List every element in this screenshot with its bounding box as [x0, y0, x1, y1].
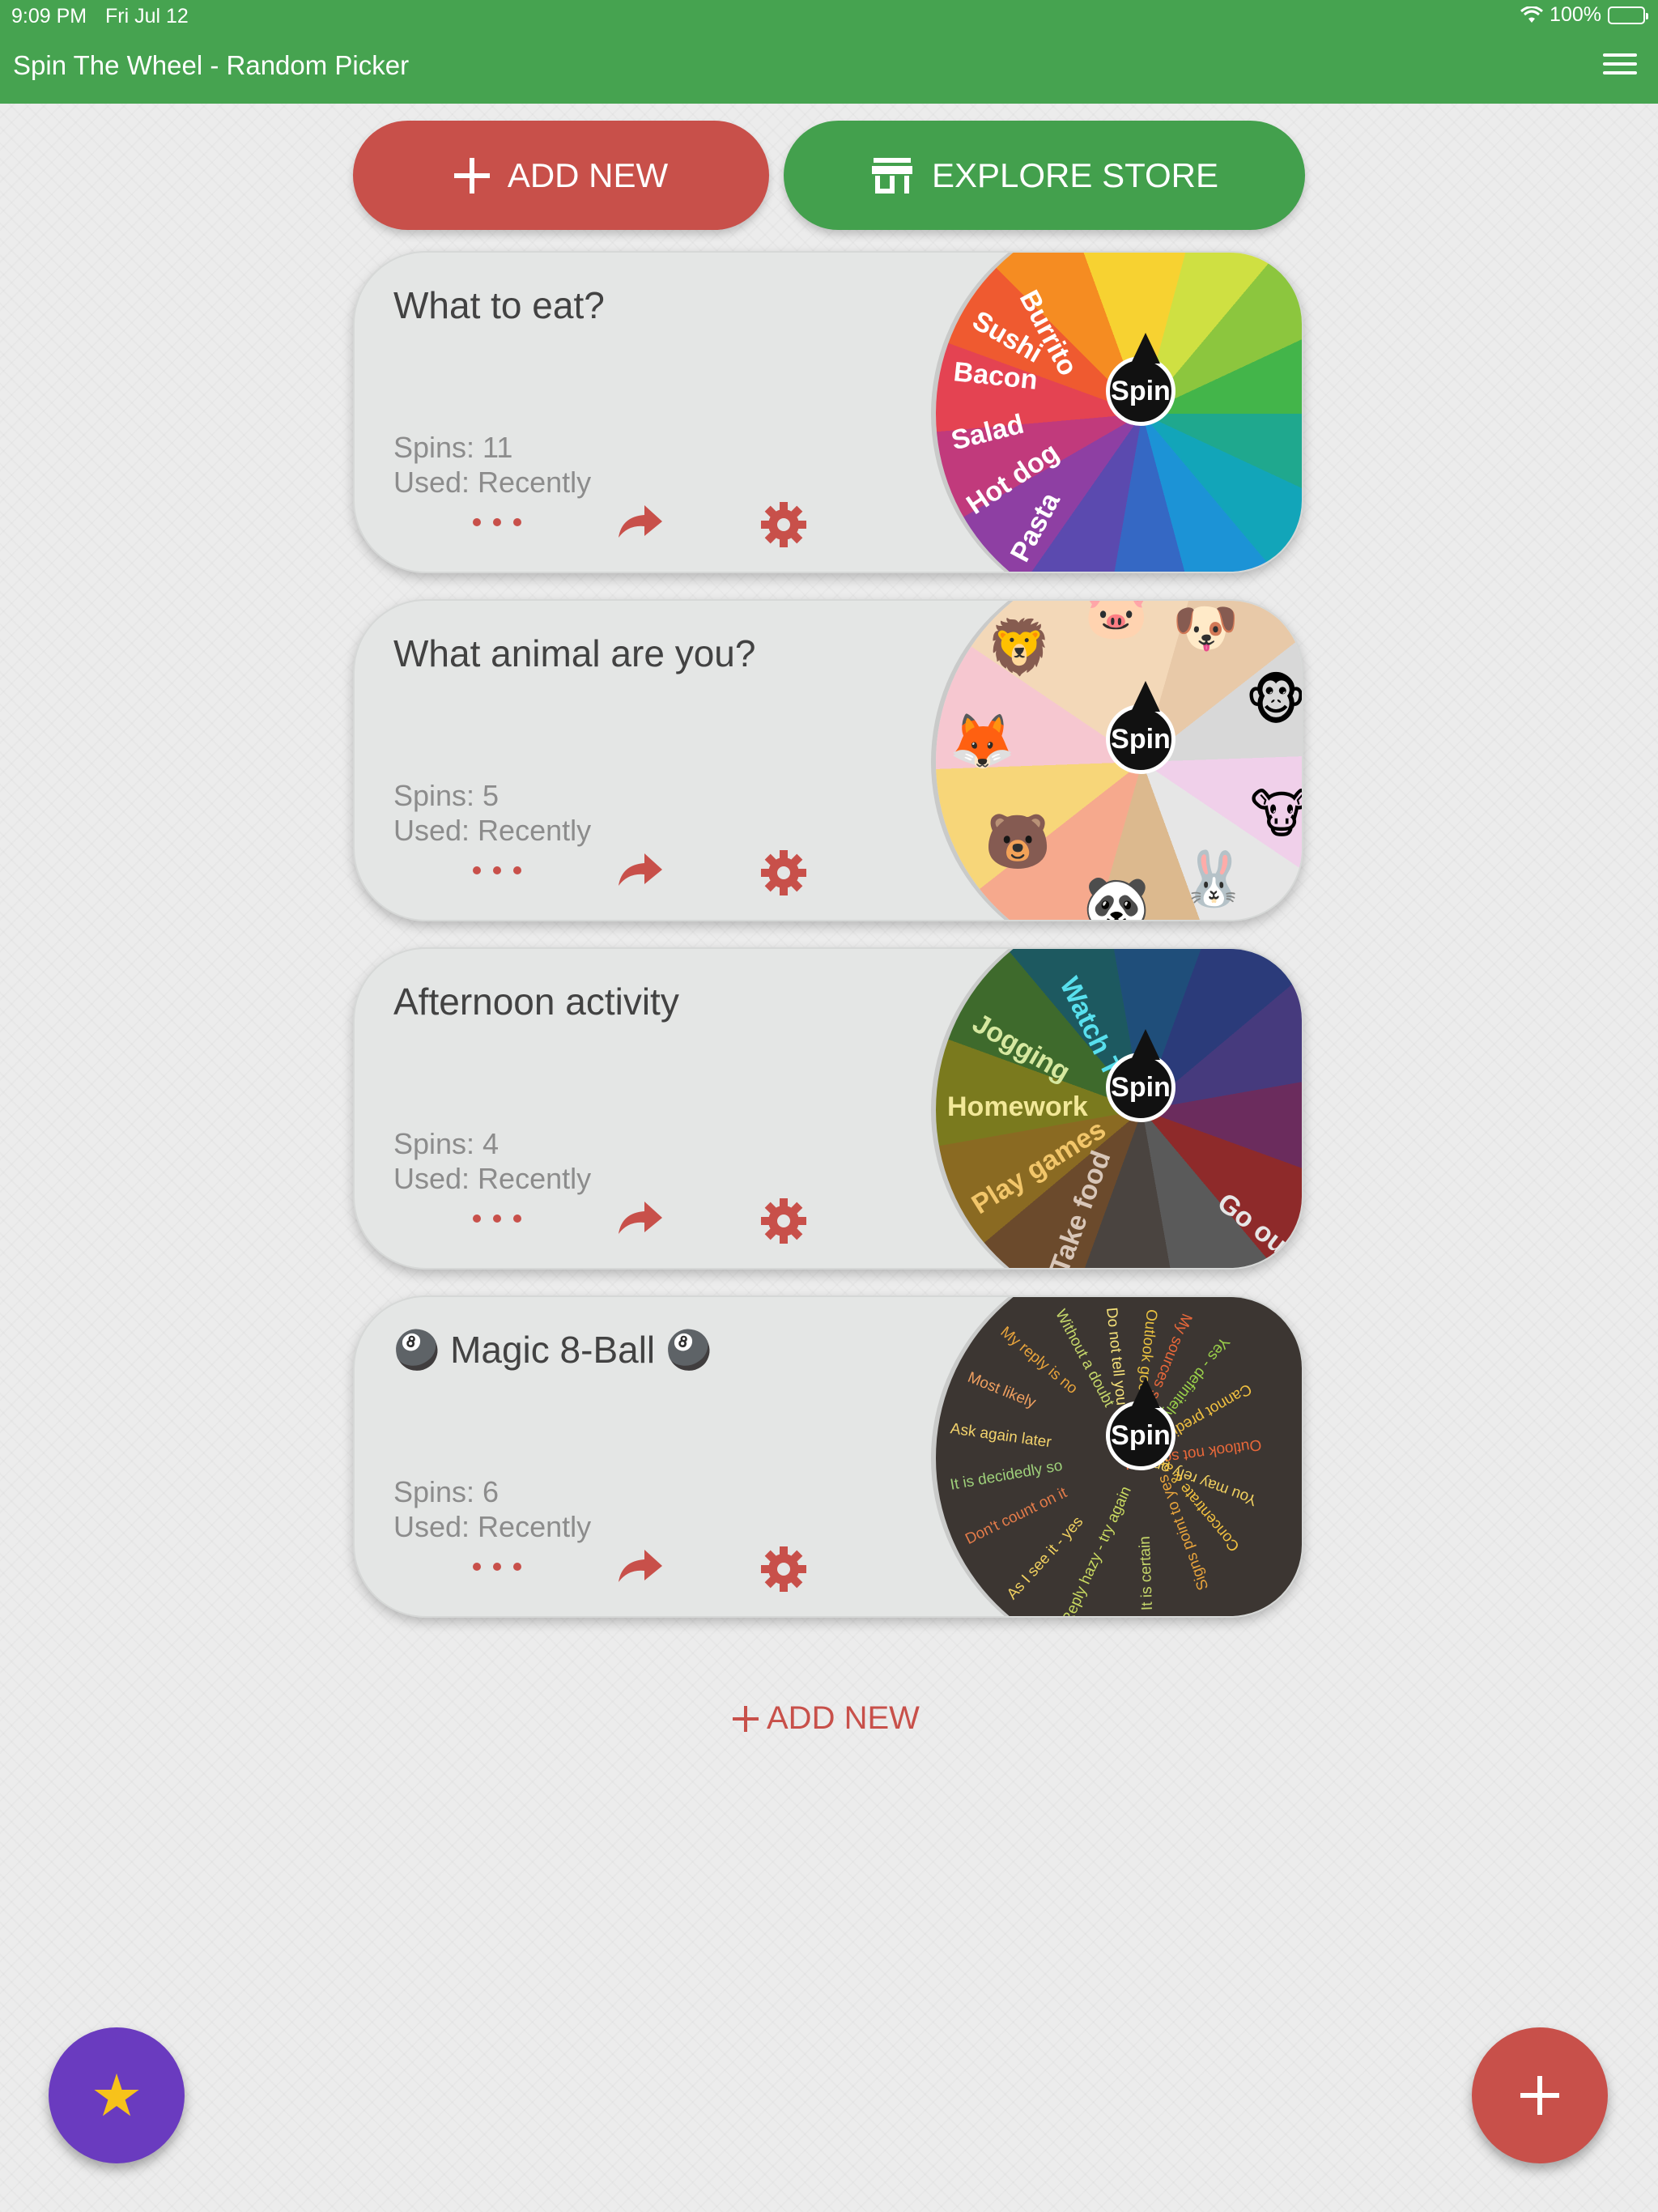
status-date: Fri Jul 12	[105, 5, 189, 28]
battery-icon	[1608, 6, 1648, 24]
settings-gear-icon[interactable]	[759, 500, 808, 549]
wheel-label: It is certain	[1136, 1535, 1156, 1611]
wheel-card-magic-8-ball[interactable]: 🎱 Magic 8-Ball 🎱 Spins: 6 Used: Recently…	[353, 1295, 1303, 1618]
status-bar: 9:09 PM Fri Jul 12 100%	[0, 0, 1658, 32]
card-title-row: 🎱 Magic 8-Ball 🎱	[393, 1328, 712, 1372]
status-time: 9:09 PM	[11, 5, 87, 28]
add-new-label: ADD NEW	[507, 155, 669, 194]
add-new-link-label: ADD NEW	[767, 1700, 920, 1736]
explore-store-label: EXPLORE STORE	[931, 155, 1218, 194]
card-spins: Spins: 6	[393, 1475, 500, 1508]
card-used: Used: Recently	[393, 1510, 592, 1543]
settings-gear-icon[interactable]	[759, 1545, 808, 1593]
more-options-icon[interactable]	[473, 1555, 521, 1579]
card-spins: Spins: 4	[393, 1127, 500, 1160]
share-icon[interactable]	[615, 1545, 664, 1585]
more-options-icon[interactable]	[473, 858, 521, 883]
hamburger-menu-icon[interactable]	[1603, 53, 1637, 78]
wheel-card-what-animal[interactable]: What animal are you? Spins: 5 Used: Rece…	[353, 599, 1303, 921]
dog-emoji-icon: 🐶	[1172, 601, 1239, 657]
card-used: Used: Recently	[393, 466, 592, 499]
status-right: 100%	[1520, 3, 1648, 27]
card-title: What animal are you?	[393, 632, 756, 674]
store-icon	[871, 157, 912, 194]
monkey-emoji-icon: 🐵	[1245, 670, 1302, 730]
card-title: Afternoon activity	[393, 981, 679, 1023]
share-icon[interactable]	[615, 1197, 664, 1237]
card-used: Used: Recently	[393, 814, 592, 847]
wheel-preview[interactable]: 🦁 🐷 🐶 🐵 🦊 🐮 🐻 🐼 🐰 Spin	[929, 601, 1302, 921]
app-bar: 9:09 PM Fri Jul 12 100% Spin The Wheel -…	[0, 0, 1658, 104]
fox-emoji-icon: 🦊	[949, 711, 1016, 771]
app-title: Spin The Wheel - Random Picker	[13, 50, 410, 80]
panda-emoji-icon: 🐼	[1083, 873, 1150, 921]
plus-icon	[1520, 2076, 1559, 2115]
8-ball-icon: 🎱	[393, 1329, 440, 1371]
wheel-preview[interactable]: Burrito Sushi Bacon Salad Hot dog Pasta …	[929, 253, 1302, 572]
more-options-icon[interactable]	[473, 1206, 521, 1231]
wheel-preview[interactable]: Jogging Watch TV Homework Play games Tak…	[929, 949, 1302, 1268]
add-fab[interactable]	[1472, 2027, 1608, 2163]
card-used: Used: Recently	[393, 1162, 592, 1195]
pig-emoji-icon: 🐷	[1083, 601, 1150, 641]
settings-gear-icon[interactable]	[759, 849, 808, 897]
card-spins: Spins: 5	[393, 779, 500, 812]
battery-percent: 100%	[1550, 3, 1601, 26]
plus-icon	[733, 1705, 759, 1732]
explore-store-button[interactable]: EXPLORE STORE	[784, 121, 1305, 230]
card-title: What to eat?	[393, 284, 605, 326]
more-options-icon[interactable]	[473, 510, 521, 534]
spin-button[interactable]: Spin	[1106, 1029, 1175, 1122]
share-icon[interactable]	[615, 849, 664, 889]
add-new-button[interactable]: ADD NEW	[353, 121, 769, 230]
wifi-icon	[1520, 6, 1544, 23]
card-spins: Spins: 11	[393, 431, 513, 464]
cow-emoji-icon: 🐮	[1250, 787, 1302, 840]
share-icon[interactable]	[615, 500, 664, 541]
favorites-fab[interactable]: ★	[49, 2027, 185, 2163]
lion-emoji-icon: 🦁	[986, 617, 1053, 677]
spin-button[interactable]: Spin	[1106, 333, 1175, 426]
rabbit-emoji-icon: 🐰	[1180, 849, 1248, 908]
settings-gear-icon[interactable]	[759, 1197, 808, 1245]
wheel-label: Homework	[947, 1091, 1088, 1122]
wheel-card-afternoon-activity[interactable]: Afternoon activity Spins: 4 Used: Recent…	[353, 947, 1303, 1270]
plus-icon	[453, 157, 490, 194]
spin-button[interactable]: Spin	[1106, 1377, 1175, 1470]
wheel-card-what-to-eat[interactable]: What to eat? Spins: 11 Used: Recently Bu…	[353, 251, 1303, 573]
bear-emoji-icon: 🐻	[984, 811, 1052, 871]
star-icon: ★	[90, 2064, 143, 2129]
card-title: Magic 8-Ball	[450, 1329, 656, 1371]
spin-button[interactable]: Spin	[1106, 681, 1175, 774]
8-ball-icon: 🎱	[665, 1329, 712, 1371]
add-new-link[interactable]: ADD NEW	[733, 1700, 927, 1737]
wheel-preview[interactable]: My reply is no Without a doubt Most like…	[929, 1297, 1302, 1616]
